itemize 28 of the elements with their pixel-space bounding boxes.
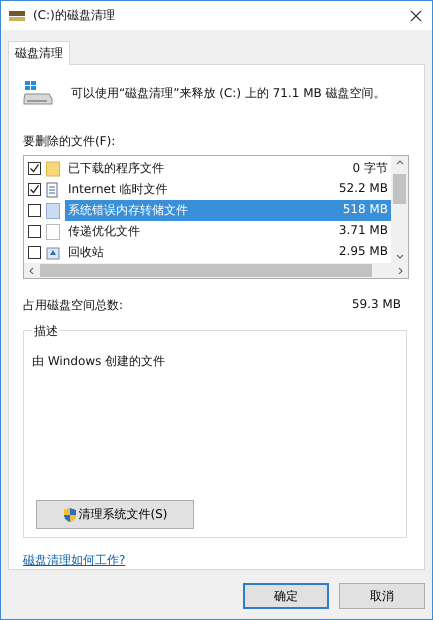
cancel-button[interactable]: 取消 (339, 583, 425, 609)
document-icon (46, 182, 60, 198)
ok-button[interactable]: 确定 (243, 583, 329, 609)
scroll-thumb[interactable] (40, 264, 372, 277)
shield-icon (62, 506, 76, 522)
files-label: 要删除的文件(F): (23, 133, 116, 150)
checkbox[interactable] (28, 162, 41, 175)
total-value: 59.3 MB (352, 297, 401, 313)
total-label: 占用磁盘空间总数: (23, 297, 124, 314)
checkbox[interactable] (28, 204, 41, 217)
group-title: 描述 (32, 323, 60, 340)
scroll-thumb[interactable] (393, 174, 406, 204)
file-icon (46, 224, 60, 240)
file-icon (46, 202, 60, 218)
clean-system-files-button[interactable]: 清理系统文件(S) (36, 500, 194, 529)
horizontal-scrollbar[interactable] (24, 263, 408, 278)
checkbox[interactable] (28, 246, 41, 259)
folder-icon (46, 160, 60, 176)
help-link[interactable]: 磁盘清理如何工作? (23, 552, 126, 569)
window-title: (C:)的磁盘清理 (33, 7, 116, 24)
checkbox[interactable] (28, 225, 41, 238)
vertical-scrollbar[interactable] (391, 156, 408, 263)
recycle-bin-icon (46, 244, 60, 260)
tab[interactable]: 磁盘清理 (8, 41, 70, 65)
header-text: 可以使用“磁盘清理”来释放 (C:) 上的 71.1 MB 磁盘空间。 (71, 84, 386, 102)
close-icon[interactable] (410, 10, 422, 22)
checkbox[interactable] (28, 183, 41, 196)
description-text: 由 Windows 创建的文件 (32, 353, 166, 370)
